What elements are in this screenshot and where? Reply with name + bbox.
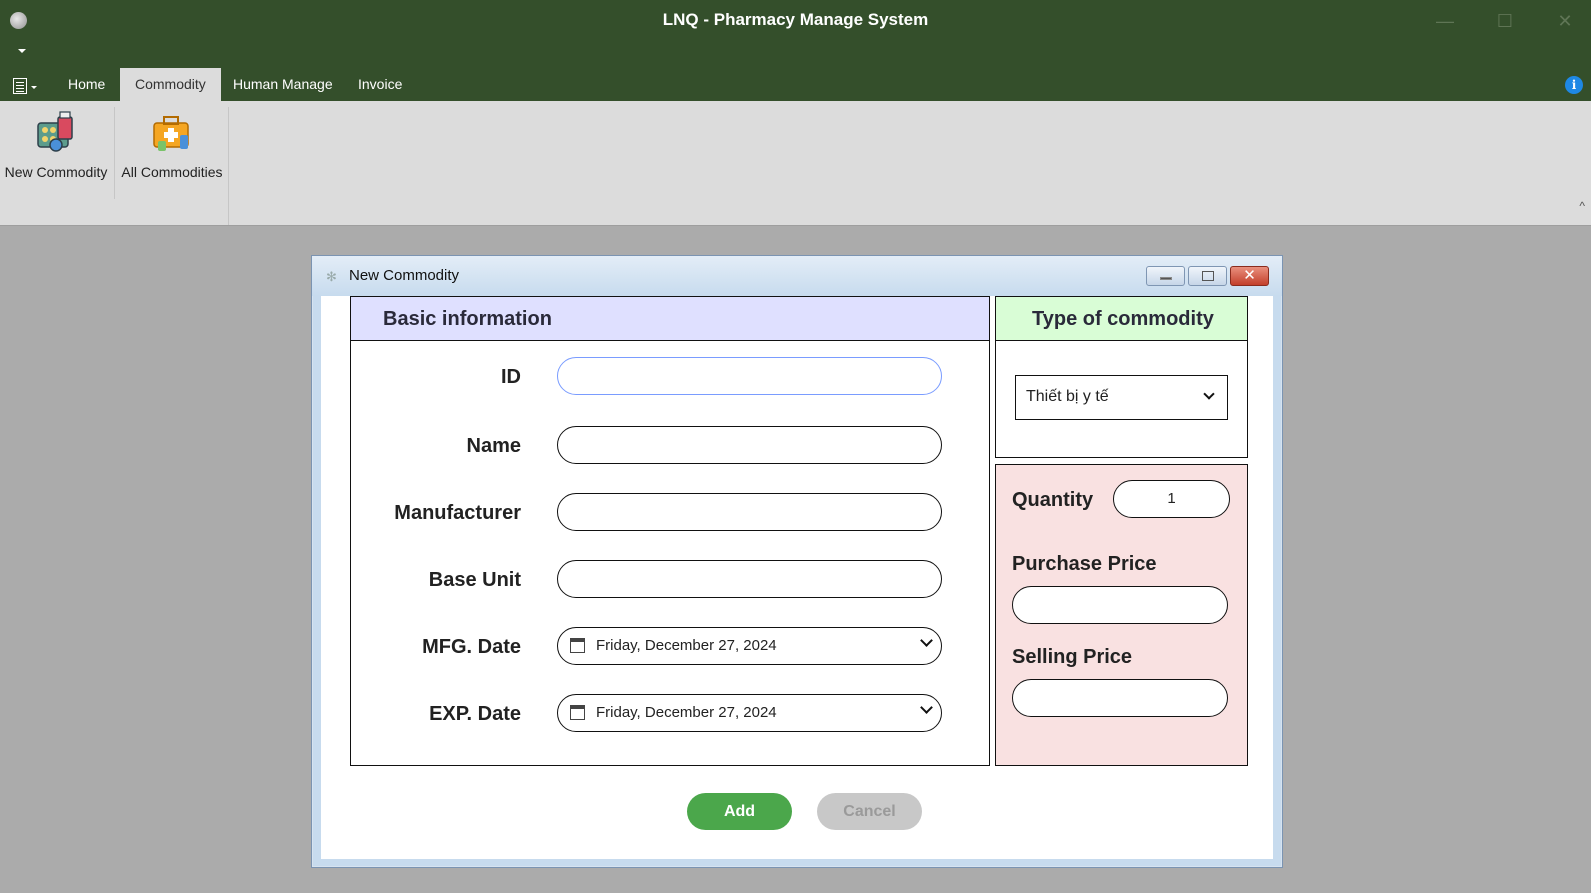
dialog-title-bar: ✻ New Commodity ✕: [312, 256, 1282, 296]
name-field[interactable]: [557, 426, 942, 464]
manufacturer-field[interactable]: [557, 493, 942, 531]
all-commodities-label: All Commodities: [121, 164, 223, 180]
quantity-field[interactable]: 1: [1113, 480, 1230, 518]
close-button[interactable]: ✕: [1550, 8, 1580, 34]
chevron-down-icon[interactable]: [920, 634, 933, 647]
mfg-date-picker[interactable]: Friday, December 27, 2024: [557, 627, 942, 665]
chevron-down-icon: [1203, 388, 1215, 400]
collapse-ribbon-icon[interactable]: ^: [1579, 199, 1585, 213]
application-menu-button[interactable]: [11, 77, 39, 97]
info-icon[interactable]: i: [1565, 76, 1583, 94]
chevron-down-icon[interactable]: [920, 701, 933, 714]
commodity-type-select[interactable]: Thiết bị y tế: [1015, 375, 1228, 420]
quick-access-dropdown-icon[interactable]: [18, 49, 26, 53]
selling-price-field[interactable]: [1012, 679, 1228, 717]
cancel-button[interactable]: Cancel: [817, 793, 922, 830]
manufacturer-label: Manufacturer: [394, 502, 521, 524]
id-field[interactable]: [557, 357, 942, 395]
ribbon-separator: [228, 107, 229, 225]
ribbon-separator: [114, 107, 115, 199]
selling-price-label: Selling Price: [1012, 646, 1133, 668]
type-of-commodity-header: Type of commodity: [996, 297, 1247, 341]
title-bar: LNQ - Pharmacy Manage System — ☐ ✕: [0, 0, 1591, 44]
type-of-commodity-title: Type of commodity: [1032, 308, 1214, 330]
exp-date-label: EXP. Date: [429, 703, 521, 725]
dialog-icon: ✻: [326, 269, 337, 284]
ribbon-tab-row: Home Commodity Human Manage Invoice i: [0, 44, 1591, 101]
all-commodities-button[interactable]: All Commodities: [120, 107, 224, 217]
dialog-maximize-button[interactable]: [1188, 266, 1227, 286]
calendar-icon: [570, 705, 585, 720]
maximize-icon: [1202, 271, 1214, 281]
new-commodity-label: New Commodity: [4, 164, 108, 180]
purchase-price-field[interactable]: [1012, 586, 1228, 624]
pills-icon: [37, 111, 73, 152]
minimize-button[interactable]: —: [1430, 8, 1460, 34]
dialog-title: New Commodity: [349, 267, 460, 284]
calendar-icon: [570, 638, 585, 653]
maximize-button[interactable]: ☐: [1490, 8, 1520, 34]
type-of-commodity-panel: Type of commodity Thiết bị y tế: [995, 296, 1248, 458]
add-button[interactable]: Add: [687, 793, 792, 830]
exp-date-value: Friday, December 27, 2024: [596, 704, 777, 721]
tab-home[interactable]: Home: [53, 68, 120, 101]
new-commodity-button[interactable]: New Commodity: [4, 107, 108, 217]
base-unit-label: Base Unit: [428, 569, 521, 591]
tab-invoice[interactable]: Invoice: [343, 68, 417, 101]
dialog-body: Basic information ID Name Manufacturer B…: [321, 296, 1273, 859]
window-title: LNQ - Pharmacy Manage System: [662, 10, 929, 29]
basic-information-title: Basic information: [383, 308, 552, 330]
purchase-price-label: Purchase Price: [1012, 553, 1157, 575]
new-commodity-dialog: ✻ New Commodity ✕ Basic information ID N…: [311, 255, 1283, 868]
commodity-type-value: Thiết bị y tế: [1026, 388, 1109, 405]
base-unit-field[interactable]: [557, 560, 942, 598]
name-label: Name: [466, 435, 521, 457]
dialog-close-button[interactable]: ✕: [1230, 266, 1269, 286]
exp-date-picker[interactable]: Friday, December 27, 2024: [557, 694, 942, 732]
tab-commodity[interactable]: Commodity: [120, 68, 221, 101]
basic-information-panel: Basic information ID Name Manufacturer B…: [350, 296, 990, 766]
id-label: ID: [501, 366, 521, 388]
minimize-icon: [1160, 277, 1172, 280]
chevron-down-icon: [31, 86, 37, 89]
ribbon-panel: New Commodity All Commodities ^: [0, 101, 1591, 226]
tab-human-manage[interactable]: Human Manage: [218, 68, 348, 101]
mfg-date-value: Friday, December 27, 2024: [596, 637, 777, 654]
menu-icon: [13, 78, 27, 94]
quantity-label: Quantity: [1012, 489, 1094, 511]
pricing-panel: Quantity 1 Purchase Price Selling Price: [995, 464, 1248, 766]
medicine-box-icon: [153, 116, 189, 151]
basic-information-header: Basic information: [351, 297, 989, 341]
mfg-date-label: MFG. Date: [422, 636, 521, 658]
dialog-minimize-button[interactable]: [1146, 266, 1185, 286]
